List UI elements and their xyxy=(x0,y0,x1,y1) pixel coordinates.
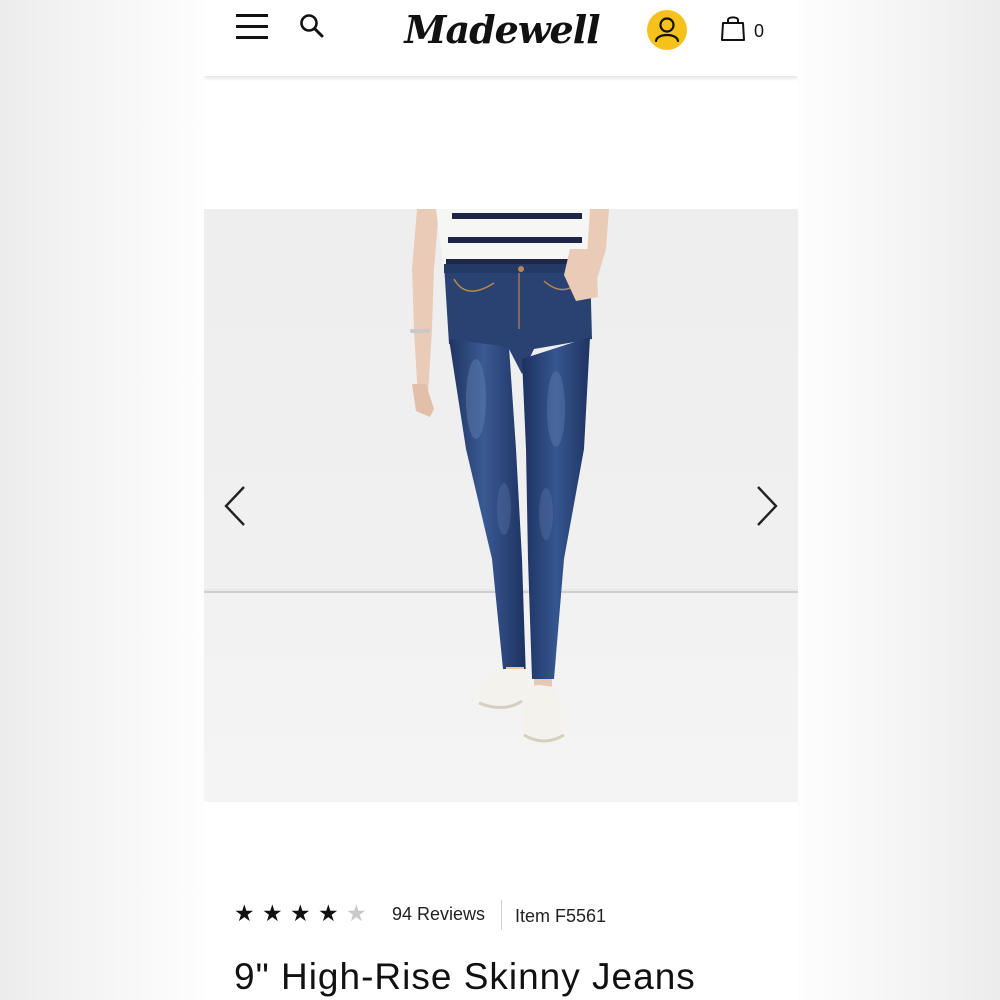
star-icon: ★ xyxy=(346,901,367,927)
product-image-carousel[interactable] xyxy=(204,209,798,802)
next-image-button[interactable] xyxy=(750,484,780,528)
site-header: Madewell 0 xyxy=(204,0,798,76)
rating-stars[interactable]: ★ ★ ★ ★ ★ xyxy=(234,902,370,926)
search-button[interactable] xyxy=(298,12,326,40)
divider xyxy=(501,900,502,930)
product-photo xyxy=(410,209,609,743)
menu-icon xyxy=(236,14,268,17)
account-button[interactable] xyxy=(647,10,687,50)
menu-button[interactable] xyxy=(234,12,268,42)
star-icon: ★ xyxy=(290,901,311,927)
brand-logo[interactable]: Madewell xyxy=(404,4,600,56)
chevron-left-icon xyxy=(224,486,245,526)
item-number: Item F5561 xyxy=(515,906,607,926)
mobile-viewport: Madewell 0 ★ ★ ★ ★ ★ 94 Reviews Item F55… xyxy=(204,0,798,1000)
reviews-link[interactable]: 94 Reviews xyxy=(392,903,485,925)
chevron-right-icon xyxy=(757,486,778,526)
star-icon: ★ xyxy=(318,901,339,927)
shopping-bag-button[interactable] xyxy=(720,14,746,42)
star-icon: ★ xyxy=(234,901,255,927)
product-title: 9" High-Rise Skinny Jeans xyxy=(234,956,696,997)
search-icon xyxy=(300,14,324,38)
previous-image-button[interactable] xyxy=(222,484,252,528)
star-icon: ★ xyxy=(262,901,283,927)
user-icon xyxy=(654,17,680,43)
product-info: ★ ★ ★ ★ ★ 94 Reviews Item F5561 9" High-Rise… xyxy=(204,802,798,1000)
bag-item-count: 0 xyxy=(754,21,765,41)
shopping-bag-icon xyxy=(721,16,745,41)
